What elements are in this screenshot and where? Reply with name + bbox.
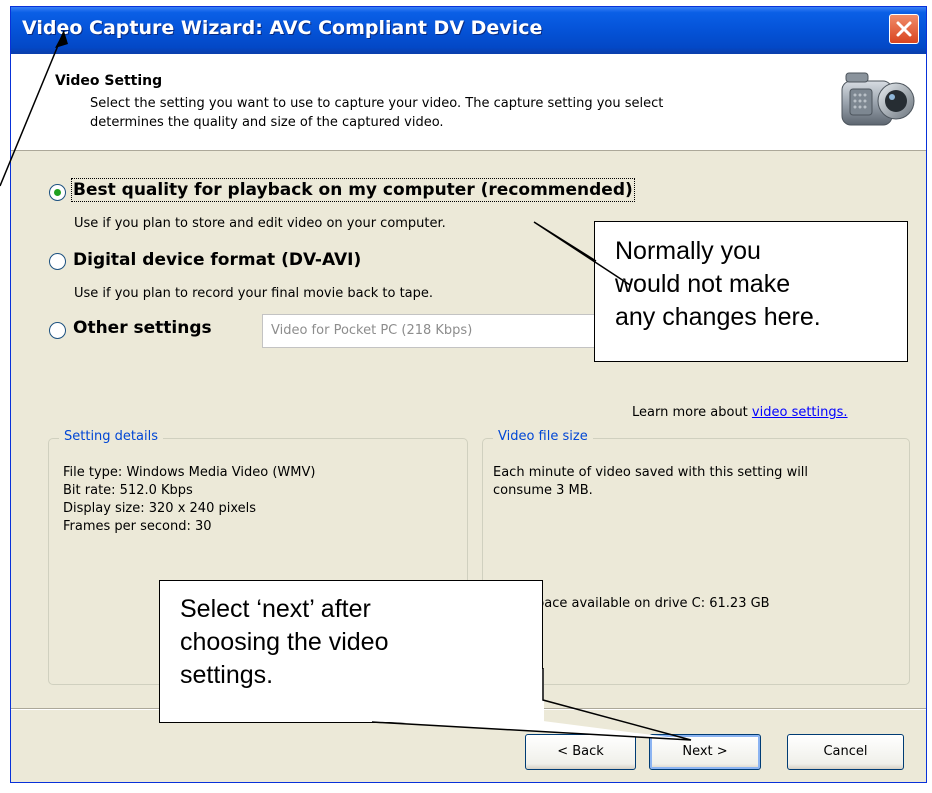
- page-description: Select the setting you want to use to ca…: [90, 96, 664, 130]
- setting-details-legend: Setting details: [59, 429, 163, 444]
- learn-more-text: Learn more about video settings.: [632, 405, 848, 420]
- radio-selected-dot: [54, 189, 61, 196]
- file-size-line-2: consume 3 MB.: [493, 483, 593, 498]
- changes-callout: Normally you would not make any changes …: [594, 221, 908, 362]
- dv-avi-label[interactable]: Digital device format (DV-AVI): [73, 250, 361, 270]
- next-button[interactable]: Next >: [649, 734, 761, 770]
- video-file-size-group: Video file size Each minute of video sav…: [482, 429, 910, 685]
- file-type-text: File type: Windows Media Video (WMV): [63, 465, 316, 480]
- best-quality-label[interactable]: Best quality for playback on my computer…: [71, 178, 635, 202]
- close-icon: [896, 21, 912, 37]
- title-bar[interactable]: Video Capture Wizard: AVC Compliant DV D…: [11, 7, 926, 54]
- dv-avi-description: Use if you plan to record your final mov…: [74, 286, 434, 301]
- frames-per-second-text: Frames per second: 30: [63, 519, 212, 534]
- window-title: Video Capture Wizard: AVC Compliant DV D…: [22, 17, 543, 39]
- display-size-text: Display size: 320 x 240 pixels: [63, 501, 257, 516]
- file-size-line-1: Each minute of video saved with this set…: [493, 465, 809, 480]
- dv-avi-radio[interactable]: [49, 253, 66, 270]
- other-settings-label[interactable]: Other settings: [73, 318, 212, 338]
- best-quality-radio[interactable]: [49, 184, 66, 201]
- page-title: Video Setting: [55, 73, 163, 89]
- other-settings-radio[interactable]: [49, 322, 66, 339]
- best-quality-description: Use if you plan to store and edit video …: [74, 216, 446, 231]
- cancel-button[interactable]: Cancel: [787, 734, 904, 770]
- next-callout: Select ‘next’ after choosing the video s…: [159, 580, 543, 723]
- video-settings-link[interactable]: video settings.: [752, 405, 848, 420]
- close-button[interactable]: [889, 14, 919, 44]
- disk-space-text: pace available on drive C: 61.23 GB: [536, 596, 770, 611]
- back-button[interactable]: < Back: [525, 734, 636, 770]
- video-file-size-legend: Video file size: [493, 429, 593, 444]
- wizard-header: Video Setting Select the setting you wan…: [11, 54, 926, 151]
- camcorder-icon: [841, 72, 915, 126]
- bit-rate-text: Bit rate: 512.0 Kbps: [63, 483, 193, 498]
